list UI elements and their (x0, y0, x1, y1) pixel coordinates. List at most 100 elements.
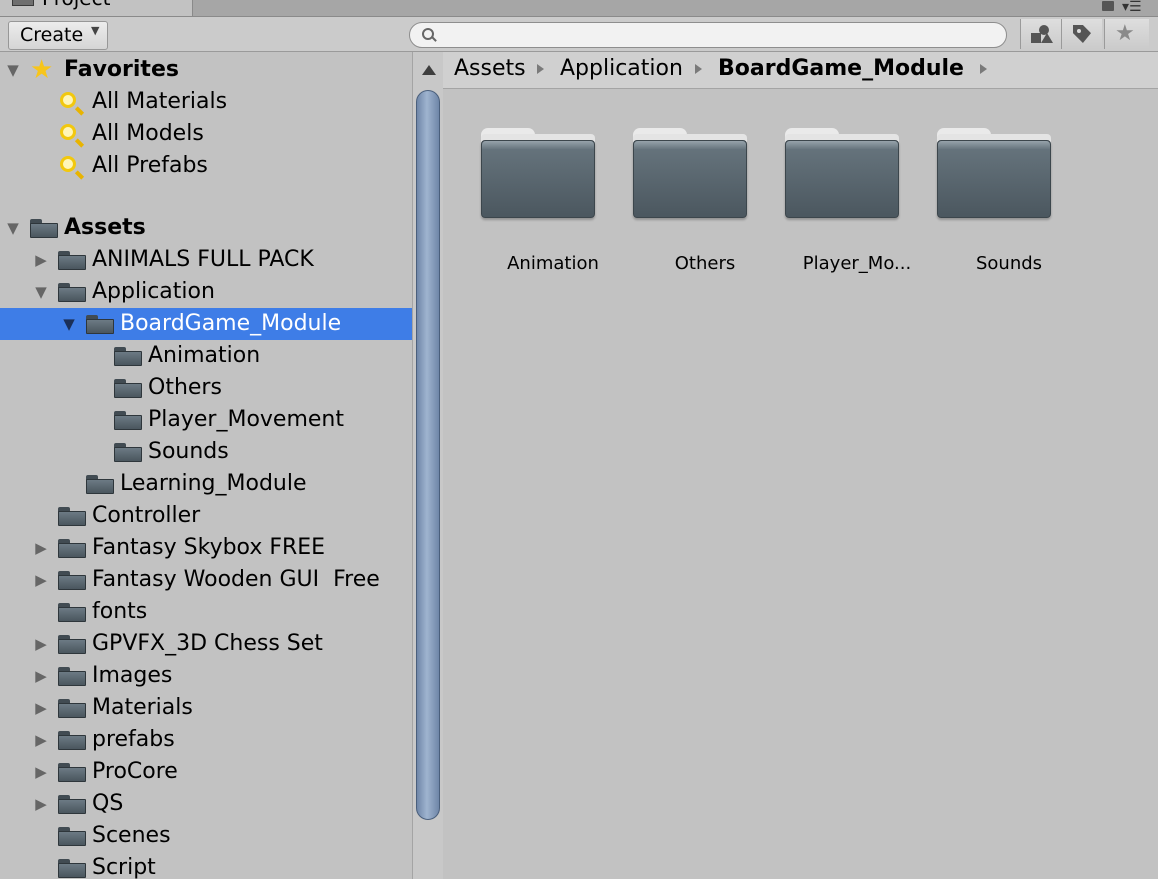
scroll-up-arrow-icon[interactable] (422, 65, 436, 75)
tree-item-all-materials[interactable]: All Materials (0, 86, 412, 118)
save-search-button[interactable]: ★ (1104, 19, 1149, 49)
tree-item-application[interactable]: ▼ Application (0, 276, 412, 308)
folder-icon (114, 443, 142, 462)
expand-arrow-icon[interactable]: ▶ (32, 724, 50, 756)
expand-arrow-icon[interactable]: ▶ (32, 660, 50, 692)
project-tree: ▼ ★ Favorites All Materials All Models A… (0, 52, 412, 879)
tree-item-boardgame-module[interactable]: ▼ BoardGame_Module (0, 308, 412, 340)
expand-arrow-icon[interactable]: ▼ (4, 54, 22, 86)
tree-item-sounds[interactable]: Sounds (0, 436, 412, 468)
tree-item-fantasy-wooden-gui[interactable]: ▶ Fantasy Wooden GUI Free (0, 564, 412, 596)
tree-favorites[interactable]: ▼ ★ Favorites (0, 54, 412, 86)
window-menu-icon[interactable]: ▾☰ (1122, 0, 1158, 15)
tree-item-script[interactable]: Script (0, 852, 412, 879)
tree-item-learning-module[interactable]: Learning_Module (0, 468, 412, 500)
expand-arrow-icon[interactable]: ▶ (32, 244, 50, 276)
folder-icon (58, 827, 86, 846)
folder-icon (86, 475, 114, 494)
expand-arrow-icon[interactable]: ▼ (4, 212, 22, 244)
tree-item-label: Fantasy Wooden GUI Free (92, 567, 380, 592)
tree-item-all-prefabs[interactable]: All Prefabs (0, 150, 412, 182)
breadcrumb-separator-icon (695, 64, 702, 74)
expand-arrow-icon[interactable]: ▶ (32, 532, 50, 564)
tree-item-scenes[interactable]: Scenes (0, 820, 412, 852)
folder-icon (58, 795, 86, 814)
tree-item-images[interactable]: ▶ Images (0, 660, 412, 692)
folder-icon (58, 251, 86, 270)
tree-item-qs[interactable]: ▶ QS (0, 788, 412, 820)
breadcrumb-assets[interactable]: Assets (454, 56, 526, 81)
grid-folder-label: Animation (507, 253, 599, 274)
folder-icon (937, 128, 1051, 218)
tree-item-label: Application (92, 279, 215, 304)
grid-folder-animation[interactable]: Animation (461, 128, 601, 274)
project-tab[interactable]: Project (0, 0, 193, 16)
tree-item-procore[interactable]: ▶ ProCore (0, 756, 412, 788)
favorites-star-icon: ★ (30, 55, 54, 85)
grid-folder-label: Others (674, 253, 736, 274)
tree-item-label: Sounds (148, 439, 229, 464)
folder-icon (58, 571, 86, 590)
tree-item-label: Scenes (92, 823, 171, 848)
create-button[interactable]: Create ▼ (8, 21, 108, 50)
tree-favorites-label: Favorites (64, 57, 179, 82)
expand-arrow-icon[interactable]: ▶ (32, 692, 50, 724)
lock-icon[interactable] (1102, 1, 1114, 11)
breadcrumb-application[interactable]: Application (560, 56, 683, 81)
expand-arrow-icon[interactable]: ▶ (32, 756, 50, 788)
tree-item-label: fonts (92, 599, 148, 624)
search-filter-icon (60, 92, 76, 108)
search-field[interactable] (409, 22, 1007, 48)
expand-arrow-icon[interactable]: ▶ (32, 564, 50, 596)
search-input[interactable] (444, 25, 988, 45)
tree-item-gpvfx-chess-set[interactable]: ▶ GPVFX_3D Chess Set (0, 628, 412, 660)
search-by-label-button[interactable] (1061, 19, 1102, 49)
tree-item-fantasy-skybox[interactable]: ▶ Fantasy Skybox FREE (0, 532, 412, 564)
tree-assets[interactable]: ▼ Assets (0, 212, 412, 244)
grid-folder-sounds[interactable]: Sounds (917, 128, 1057, 274)
tree-item-materials[interactable]: ▶ Materials (0, 692, 412, 724)
breadcrumb-separator-icon (980, 64, 987, 74)
grid-folder-label: Player_Mo... (802, 253, 912, 274)
create-button-label: Create (20, 24, 84, 46)
tree-item-prefabs[interactable]: ▶ prefabs (0, 724, 412, 756)
folder-icon (58, 859, 86, 878)
expand-arrow-icon[interactable]: ▶ (32, 628, 50, 660)
tag-icon (1073, 25, 1091, 43)
tree-scrollbar[interactable] (412, 52, 444, 879)
scrollbar-thumb[interactable] (416, 90, 440, 820)
tree-assets-label: Assets (64, 215, 146, 240)
tree-item-others[interactable]: Others (0, 372, 412, 404)
folder-icon (633, 128, 747, 218)
breadcrumb-boardgame-module[interactable]: BoardGame_Module (718, 56, 964, 81)
tree-item-label: QS (92, 791, 124, 816)
folder-icon (58, 603, 86, 622)
tree-item-animals-full-pack[interactable]: ▶ ANIMALS FULL PACK (0, 244, 412, 276)
tree-item-controller[interactable]: Controller (0, 500, 412, 532)
tree-item-label: Materials (92, 695, 193, 720)
tree-item-label: Animation (148, 343, 261, 368)
tree-item-label: All Models (92, 121, 204, 146)
expand-arrow-icon[interactable]: ▼ (32, 276, 50, 308)
tree-item-label: Others (148, 375, 222, 400)
search-icon (422, 28, 434, 40)
expand-arrow-icon[interactable]: ▶ (32, 788, 50, 820)
tree-item-all-models[interactable]: All Models (0, 118, 412, 150)
tree-item-player-movement[interactable]: Player_Movement (0, 404, 412, 436)
expand-arrow-icon[interactable]: ▼ (60, 308, 78, 340)
grid-folder-others[interactable]: Others (613, 128, 753, 274)
grid-folder-player-movement[interactable]: Player_Mo... (765, 128, 911, 274)
folder-icon (114, 347, 142, 366)
tree-item-label: BoardGame_Module (120, 311, 342, 336)
tree-item-fonts[interactable]: fonts (0, 596, 412, 628)
folder-icon (58, 539, 86, 558)
tree-item-label: Controller (92, 503, 201, 528)
folder-icon (114, 379, 142, 398)
toolbar: Create ▼ ★ (0, 17, 1158, 52)
folder-icon (785, 128, 899, 218)
tree-item-animation[interactable]: Animation (0, 340, 412, 372)
search-by-type-button[interactable] (1020, 19, 1061, 49)
tree-item-label: Learning_Module (120, 471, 307, 496)
folder-icon (481, 128, 595, 218)
tree-item-label: ANIMALS FULL PACK (92, 247, 314, 272)
